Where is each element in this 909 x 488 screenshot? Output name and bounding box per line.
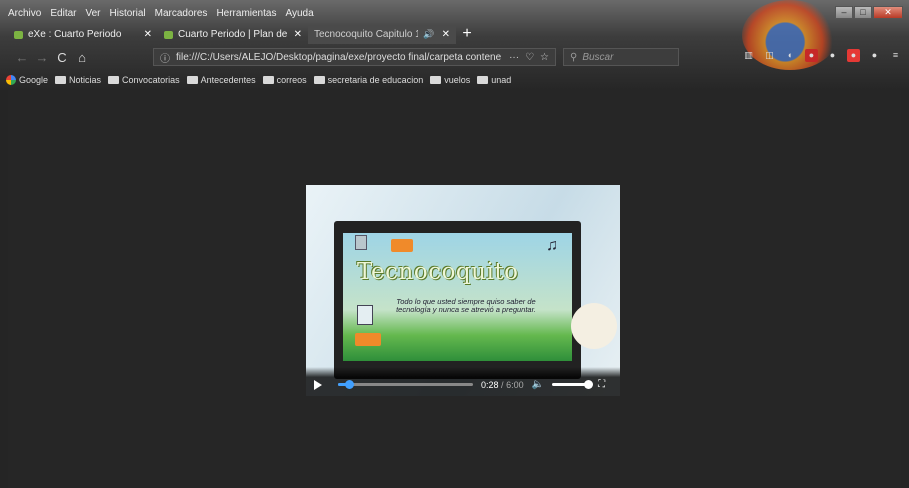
tab-strip: eXe : Cuarto Periodo ✕ Cuarto Periodo | … <box>8 25 478 44</box>
bookmark-label: Google <box>19 75 49 85</box>
close-tab-icon[interactable]: ✕ <box>294 29 302 40</box>
menu-ver[interactable]: Ver <box>85 8 100 22</box>
menu-ayuda[interactable]: Ayuda <box>285 8 313 22</box>
search-icon: ⚲ <box>570 51 578 63</box>
video-title: Tecnocoquito <box>357 259 519 285</box>
tv-screen: ♫ Tecnocoquito Todo lo que usted siempre… <box>343 233 572 361</box>
volume-icon[interactable]: 🔈 <box>532 379 544 390</box>
close-tab-icon[interactable]: ✕ <box>144 29 152 40</box>
bookmark-label: Convocatorias <box>122 75 180 85</box>
folder-icon <box>355 333 381 346</box>
more-icon[interactable]: ··· <box>509 52 519 63</box>
url-bar[interactable]: ⓘ file:///C:/Users/ALEJO/Desktop/pagina/… <box>153 48 556 66</box>
time-display: 0:28 / 6:00 <box>481 380 524 390</box>
tab-plan-estudios[interactable]: Cuarto Periodo | Plan de estud ✕ <box>158 25 308 44</box>
back-button[interactable]: ← <box>12 50 32 65</box>
fullscreen-icon[interactable]: ⛶ <box>598 379 605 390</box>
bookmark-unad[interactable]: unad <box>477 75 511 85</box>
folder-icon <box>186 76 198 84</box>
bookmark-correos[interactable]: correos <box>262 75 307 85</box>
bookmark-convocatorias[interactable]: Convocatorias <box>108 75 180 85</box>
extension-icon[interactable]: ◐ <box>784 49 797 62</box>
bookmark-label: correos <box>276 75 307 85</box>
adblock-icon[interactable]: ● <box>805 49 818 62</box>
folder-icon <box>262 76 274 84</box>
info-icon[interactable]: ⓘ <box>160 50 170 65</box>
close-tab-icon[interactable]: ✕ <box>442 29 450 40</box>
tab-title: Tecnocoquito Capitulo 10 : Cha <box>314 29 419 40</box>
duration: 6:00 <box>506 379 524 390</box>
menu-marcadores[interactable]: Marcadores <box>155 8 208 22</box>
bookmark-star-icon[interactable]: ☆ <box>540 52 549 63</box>
folder-icon <box>55 76 67 84</box>
bookmark-label: vuelos <box>444 75 471 85</box>
play-icon[interactable] <box>314 379 322 390</box>
volume-slider[interactable] <box>552 380 594 389</box>
bookmark-antecedentes[interactable]: Antecedentes <box>186 75 256 85</box>
stylus-icon <box>571 303 617 349</box>
pocket-icon[interactable]: ♡ <box>525 52 534 63</box>
search-placeholder: Buscar <box>582 51 614 63</box>
toolbar-icons: ▥ ◫ ◐ ● ● ● ● ≡ <box>742 49 902 62</box>
extension-icon[interactable]: ● <box>868 49 881 62</box>
maximize-button[interactable]: □ <box>854 6 872 19</box>
home-button[interactable]: ⌂ <box>72 50 92 65</box>
menu-bar: Archivo Editar Ver Historial Marcadores … <box>8 8 314 22</box>
bookmark-label: secretaria de educacion <box>327 75 424 85</box>
folder-icon <box>391 239 413 252</box>
menu-historial[interactable]: Historial <box>110 8 146 22</box>
window-controls: – □ ✕ <box>835 6 903 19</box>
browser-window: Archivo Editar Ver Historial Marcadores … <box>0 0 909 488</box>
time-separator: / <box>501 379 504 390</box>
page-content: ♫ Tecnocoquito Todo lo que usted siempre… <box>8 90 901 488</box>
bookmark-secretaria[interactable]: secretaria de educacion <box>313 75 424 85</box>
search-input[interactable]: ⚲ Buscar <box>563 48 679 66</box>
exe-favicon-icon <box>14 30 23 39</box>
sidebar-icon[interactable]: ◫ <box>763 49 776 62</box>
speaker-icon[interactable]: 🔊 <box>423 29 434 40</box>
forward-button[interactable]: → <box>32 50 52 65</box>
tab-exe[interactable]: eXe : Cuarto Periodo ✕ <box>8 25 158 44</box>
tab-title: eXe : Cuarto Periodo <box>28 29 122 40</box>
bookmark-label: Antecedentes <box>200 75 256 85</box>
library-icon[interactable]: ▥ <box>742 49 755 62</box>
folder-icon <box>477 76 489 84</box>
volume-handle[interactable] <box>584 380 594 389</box>
extension-icon[interactable]: ● <box>826 49 839 62</box>
tab-tecnocoquito[interactable]: Tecnocoquito Capitulo 10 : Cha 🔊 ✕ <box>308 25 456 44</box>
video-controls: 0:28 / 6:00 🔈 ⛶ <box>306 367 620 396</box>
exe-favicon-icon <box>164 30 173 39</box>
folder-icon <box>430 76 442 84</box>
close-window-button[interactable]: ✕ <box>873 6 903 19</box>
nav-bar: ← → C ⌂ ⓘ file:///C:/Users/ALEJO/Desktop… <box>0 45 909 70</box>
extension-icon[interactable]: ● <box>847 49 860 62</box>
bookmark-google[interactable]: Google <box>6 75 48 85</box>
trash-icon <box>355 235 367 250</box>
menu-archivo[interactable]: Archivo <box>8 8 41 22</box>
menu-editar[interactable]: Editar <box>50 8 76 22</box>
menu-herramientas[interactable]: Herramientas <box>216 8 276 22</box>
menu-icon[interactable]: ≡ <box>889 49 902 62</box>
google-icon <box>6 75 16 85</box>
folder-icon <box>108 76 120 84</box>
new-tab-button[interactable]: + <box>456 25 478 44</box>
url-text[interactable]: file:///C:/Users/ALEJO/Desktop/pagina/ex… <box>176 52 503 63</box>
bookmark-noticias[interactable]: Noticias <box>55 75 101 85</box>
folder-icon <box>313 76 325 84</box>
reload-button[interactable]: C <box>52 50 72 65</box>
music-note-icon: ♫ <box>546 237 558 254</box>
current-time: 0:28 <box>481 379 499 390</box>
seek-bar[interactable] <box>338 380 473 389</box>
bookmark-label: Noticias <box>69 75 102 85</box>
minimize-button[interactable]: – <box>835 6 853 19</box>
bookmarks-bar: Google Noticias Convocatorias Antecedent… <box>6 73 511 87</box>
document-icon <box>357 305 373 325</box>
tv-frame: ♫ Tecnocoquito Todo lo que usted siempre… <box>334 221 581 379</box>
bookmark-label: unad <box>491 75 512 85</box>
video-subtitle: Todo lo que usted siempre quiso saber de… <box>396 297 536 314</box>
bookmark-vuelos[interactable]: vuelos <box>430 75 470 85</box>
tab-title: Cuarto Periodo | Plan de estud <box>178 29 289 40</box>
seek-handle[interactable] <box>344 380 354 389</box>
video-player[interactable]: ♫ Tecnocoquito Todo lo que usted siempre… <box>306 185 620 396</box>
